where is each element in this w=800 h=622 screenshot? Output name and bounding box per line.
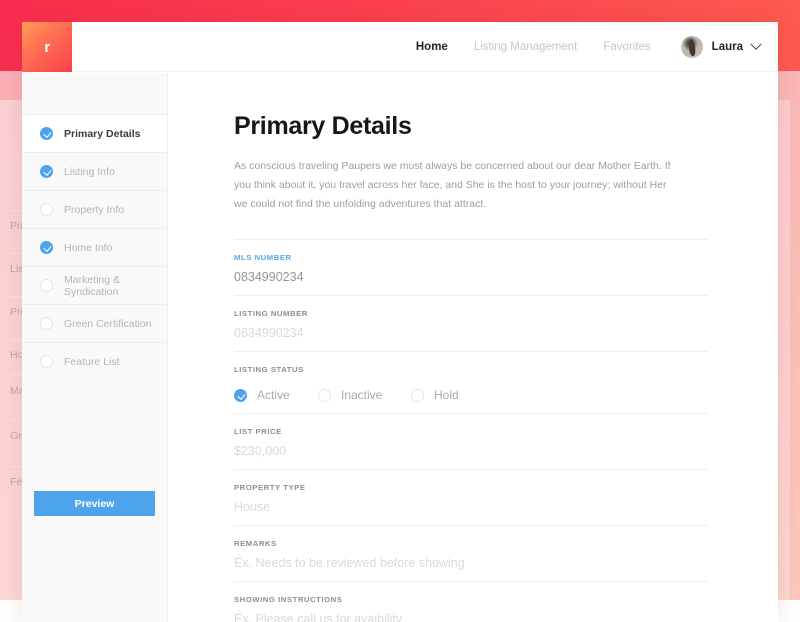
radio-empty-icon bbox=[411, 389, 424, 402]
preview-button-container: Preview bbox=[22, 491, 167, 516]
sidebar-item-label: Home Info bbox=[64, 242, 112, 254]
logo-letter: r bbox=[44, 40, 49, 55]
field-value[interactable]: 0834990234 bbox=[234, 270, 708, 284]
sidebar-item-label: Primary Details bbox=[64, 128, 140, 140]
sidebar-item-label: Green Certification bbox=[64, 318, 152, 330]
check-circle-icon bbox=[40, 241, 53, 254]
field-label: LISTING STATUS bbox=[234, 365, 708, 374]
avatar bbox=[681, 36, 703, 58]
chevron-down-icon bbox=[750, 39, 761, 50]
sidebar-item-home-info[interactable]: Home Info bbox=[22, 228, 167, 266]
field-value[interactable]: Ex. Please call us for avaibility bbox=[234, 612, 708, 622]
top-navigation: Home Listing Management Favorites Laura bbox=[416, 22, 760, 72]
field-listing-number[interactable]: LISTING NUMBER 0834990234 bbox=[234, 295, 708, 351]
empty-circle-icon bbox=[40, 279, 53, 292]
field-value[interactable]: $230,000 bbox=[234, 444, 708, 458]
radio-option-inactive[interactable]: Inactive bbox=[318, 388, 411, 402]
sidebar-item-green-certification[interactable]: Green Certification bbox=[22, 304, 167, 342]
radio-option-hold[interactable]: Hold bbox=[411, 388, 459, 402]
field-label: LIST PRICE bbox=[234, 427, 708, 436]
user-name: Laura bbox=[712, 41, 743, 53]
radio-option-active[interactable]: Active bbox=[234, 388, 318, 402]
field-label: LISTING NUMBER bbox=[234, 309, 708, 318]
nav-item-home[interactable]: Home bbox=[416, 41, 448, 53]
field-showing-instructions[interactable]: SHOWING INSTRUCTIONS Ex. Please call us … bbox=[234, 581, 708, 622]
radio-label: Active bbox=[257, 388, 290, 402]
radio-label: Inactive bbox=[341, 388, 382, 402]
page-description: As conscious traveling Paupers we must a… bbox=[234, 157, 679, 214]
card-body: Primary Details Listing Info Property In… bbox=[22, 73, 778, 622]
field-label: REMARKS bbox=[234, 539, 708, 548]
main-card: r Home Listing Management Favorites Laur… bbox=[22, 22, 778, 622]
app-header: r Home Listing Management Favorites Laur… bbox=[22, 22, 778, 72]
sidebar-item-feature-list[interactable]: Feature List bbox=[22, 342, 167, 380]
sidebar-item-listing-info[interactable]: Listing Info bbox=[22, 152, 167, 190]
nav-item-listing-management[interactable]: Listing Management bbox=[474, 41, 578, 53]
sidebar-item-label: Feature List bbox=[64, 356, 119, 368]
content-pane: Primary Details As conscious traveling P… bbox=[168, 73, 778, 622]
wizard-sidebar: Primary Details Listing Info Property In… bbox=[22, 73, 168, 622]
radio-check-icon bbox=[234, 389, 247, 402]
sidebar-item-label: Marketing & Syndication bbox=[64, 274, 157, 298]
radio-empty-icon bbox=[318, 389, 331, 402]
field-mls-number[interactable]: MLS NUMBER 0834990234 bbox=[234, 239, 708, 295]
user-menu[interactable]: Laura bbox=[681, 36, 760, 58]
page-title: Primary Details bbox=[234, 112, 708, 141]
app-logo[interactable]: r bbox=[22, 22, 72, 72]
sidebar-spacer bbox=[22, 73, 167, 114]
field-property-type[interactable]: PROPERTY TYPE House bbox=[234, 469, 708, 525]
field-list-price[interactable]: LIST PRICE $230,000 bbox=[234, 413, 708, 469]
field-remarks[interactable]: REMARKS Ex. Needs to be reviewed before … bbox=[234, 525, 708, 581]
empty-circle-icon bbox=[40, 355, 53, 368]
sidebar-item-primary-details[interactable]: Primary Details bbox=[22, 114, 167, 152]
sidebar-item-property-info[interactable]: Property Info bbox=[22, 190, 167, 228]
check-circle-icon bbox=[40, 165, 53, 178]
radio-label: Hold bbox=[434, 388, 459, 402]
nav-item-favorites[interactable]: Favorites bbox=[603, 41, 650, 53]
field-value[interactable]: House bbox=[234, 500, 708, 514]
preview-button[interactable]: Preview bbox=[34, 491, 155, 516]
empty-circle-icon bbox=[40, 317, 53, 330]
field-value[interactable]: Ex. Needs to be reviewed before showing bbox=[234, 556, 708, 570]
sidebar-item-label: Property Info bbox=[64, 204, 124, 216]
field-label: MLS NUMBER bbox=[234, 253, 708, 262]
sidebar-item-marketing-syndication[interactable]: Marketing & Syndication bbox=[22, 266, 167, 304]
field-label: PROPERTY TYPE bbox=[234, 483, 708, 492]
listing-status-radio-group: Active Inactive Hold bbox=[234, 388, 708, 402]
empty-circle-icon bbox=[40, 203, 53, 216]
sidebar-item-label: Listing Info bbox=[64, 166, 115, 178]
field-value[interactable]: 0834990234 bbox=[234, 326, 708, 340]
check-circle-icon bbox=[40, 127, 53, 140]
field-listing-status: LISTING STATUS Active Inactive Hold bbox=[234, 351, 708, 413]
